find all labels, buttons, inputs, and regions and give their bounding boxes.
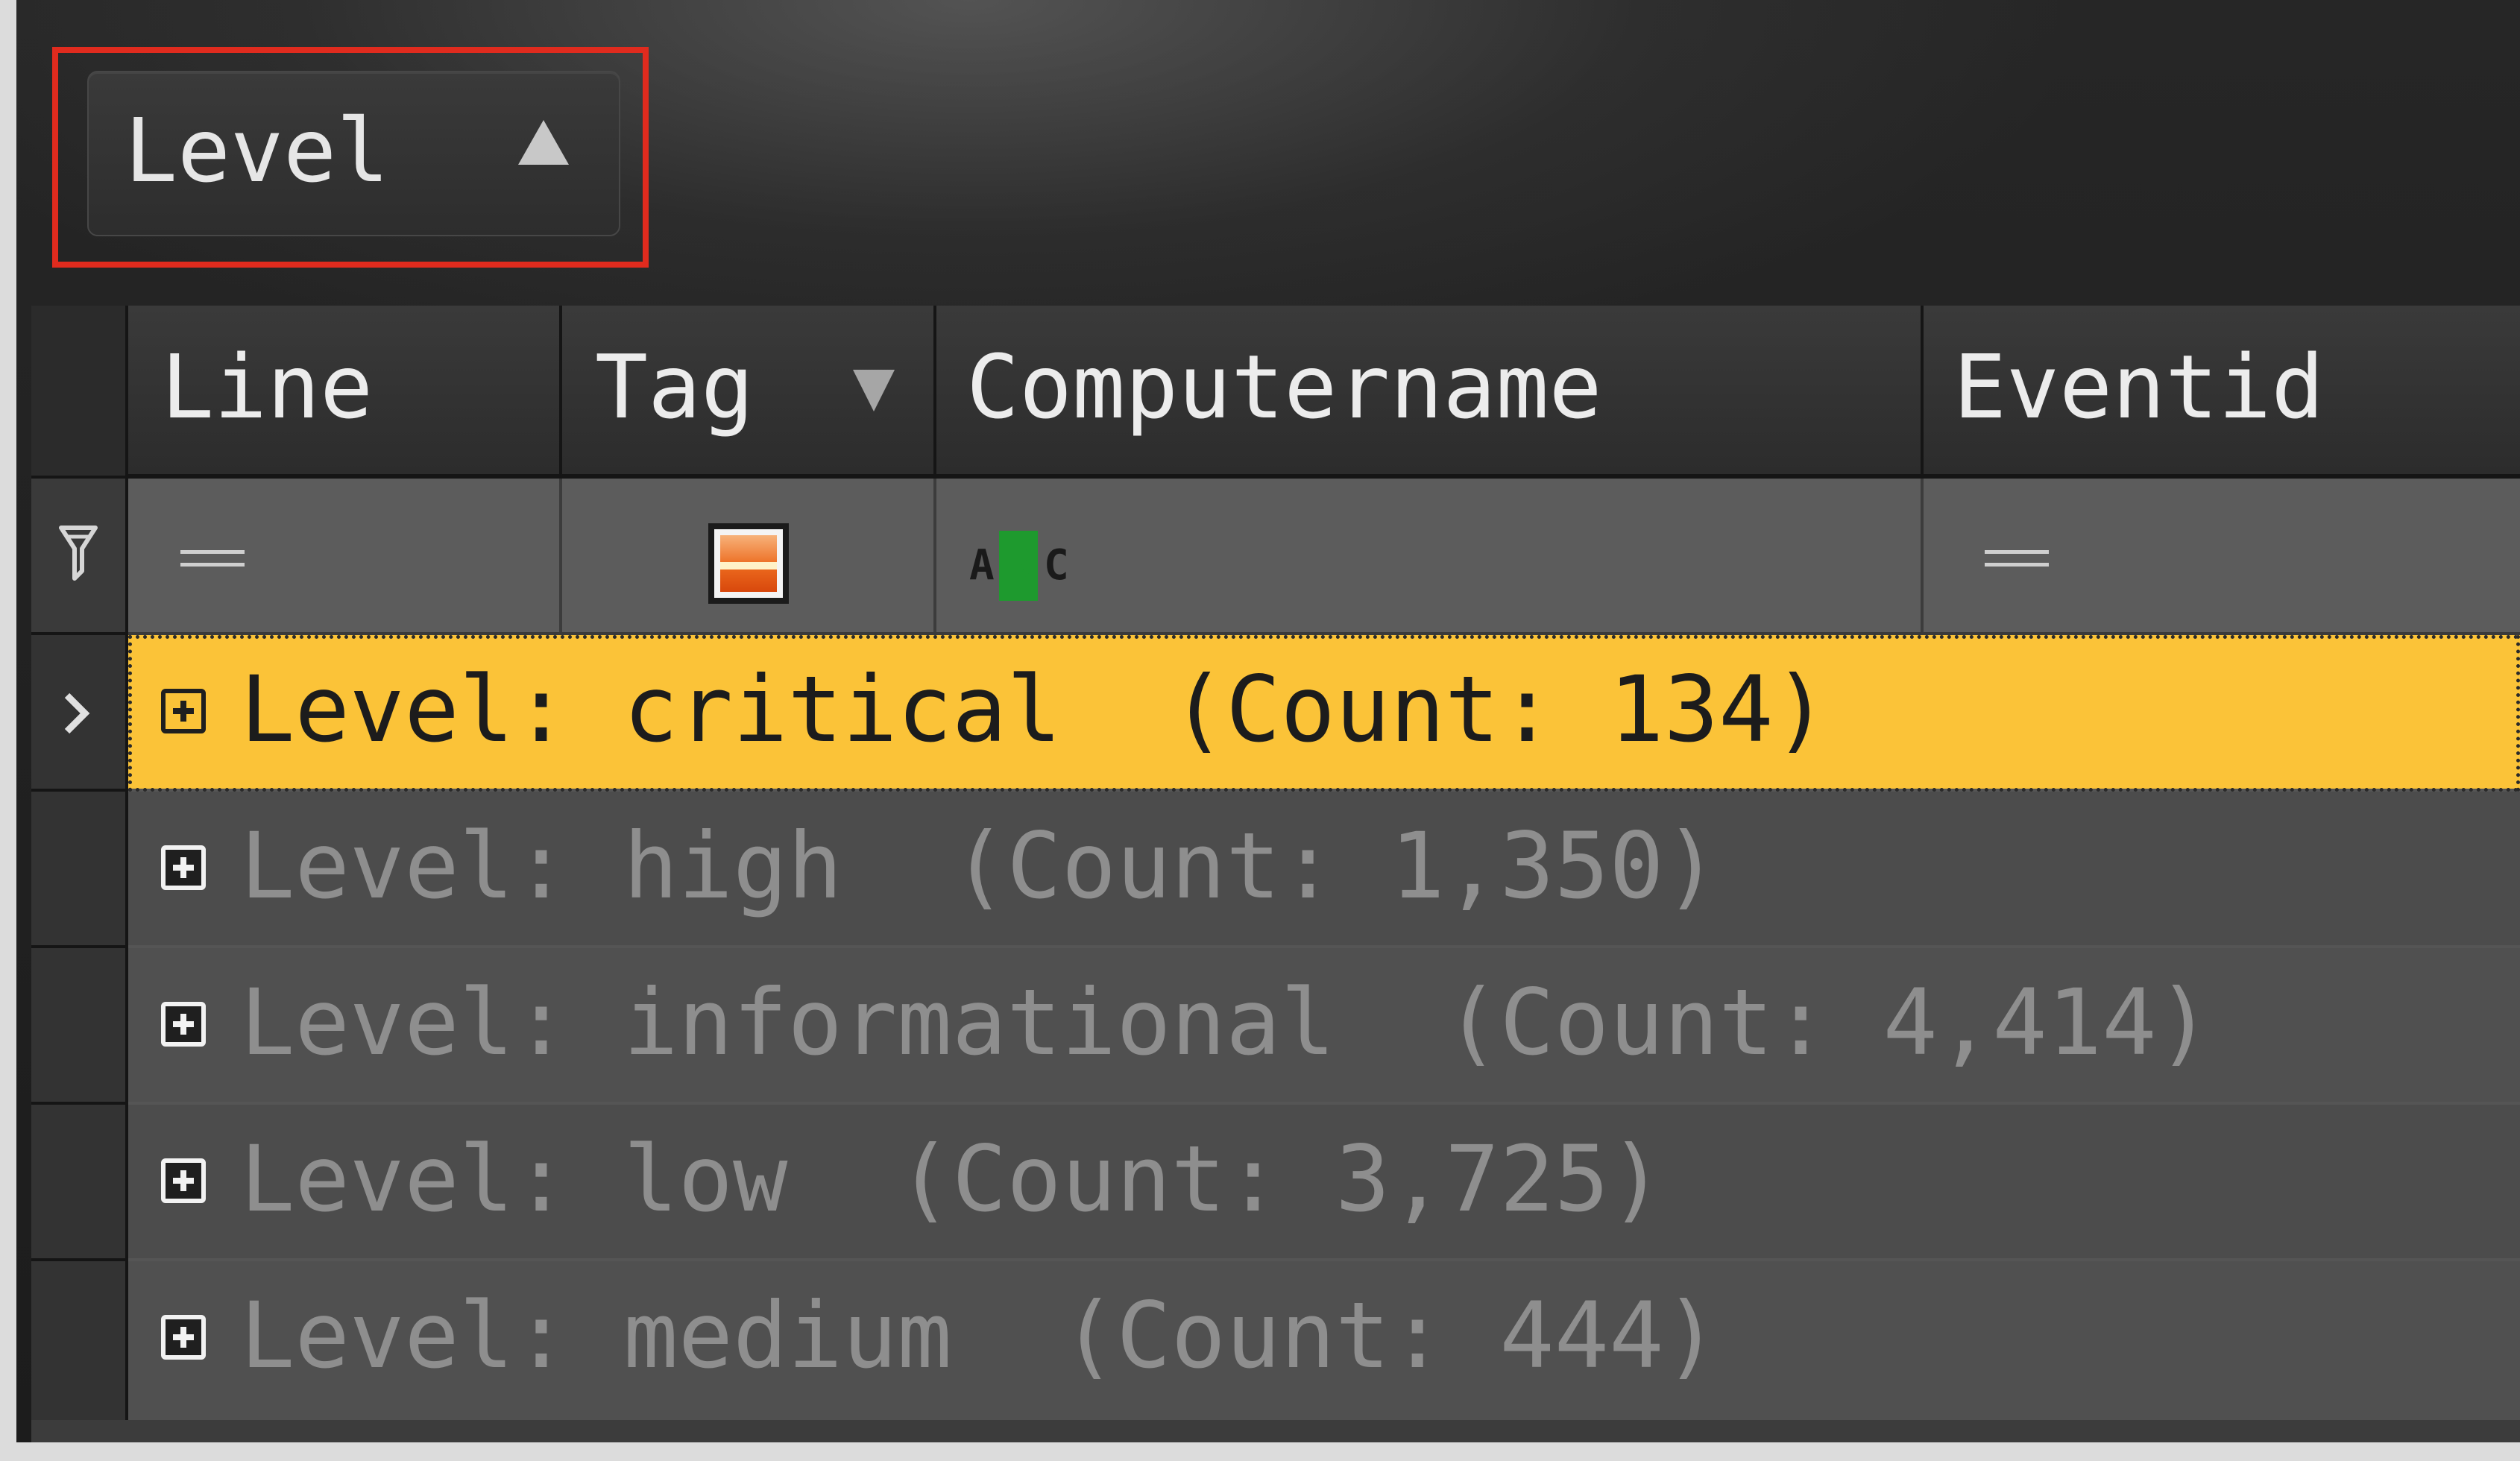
row-indicator-column — [31, 306, 128, 1420]
app-window: Level Line Tag Computername Eventid A B … — [0, 0, 2520, 1461]
column-header-tag[interactable]: Tag — [562, 306, 936, 474]
group-row[interactable]: Level: medium (Count: 444) — [128, 1261, 2520, 1420]
column-header-label: Eventid — [1953, 335, 2325, 438]
column-header-label: Tag — [595, 335, 755, 438]
grid-bottom-edge — [31, 1420, 2520, 1442]
funnel-icon — [59, 526, 98, 581]
sort-ascending-icon[interactable] — [518, 120, 569, 165]
group-row-label: Level: informational (Count: 4,414) — [240, 970, 2212, 1076]
group-by-chip-level[interactable]: Level — [87, 71, 620, 236]
group-row[interactable]: Level: high (Count: 1,350) — [128, 792, 2520, 948]
group-row-label: Level: low (Count: 3,725) — [240, 1126, 1664, 1232]
window-border-bottom — [0, 1442, 2520, 1461]
column-header-computername[interactable]: Computername — [936, 306, 1924, 474]
tag-color-icon[interactable] — [708, 523, 789, 604]
window-border-left — [0, 0, 16, 1461]
indicator-row-cell[interactable] — [31, 792, 125, 948]
plus-box-icon[interactable] — [161, 689, 206, 733]
group-row-label: Level: critical (Count: 134) — [240, 657, 1829, 763]
group-by-panel: Level — [16, 0, 2520, 302]
column-header-eventid[interactable]: Eventid — [1924, 306, 2520, 474]
group-row[interactable]: Level: informational (Count: 4,414) — [128, 948, 2520, 1105]
filter-cell-computername[interactable]: ABC — [936, 479, 1924, 632]
indicator-row-cell[interactable] — [31, 1261, 125, 1420]
indicator-row-cell[interactable] — [31, 948, 125, 1105]
filter-cell-tag[interactable] — [562, 479, 936, 632]
indicator-header-cell — [31, 306, 125, 479]
plus-box-icon[interactable] — [161, 1158, 206, 1203]
group-row-label: Level: high (Count: 1,350) — [240, 813, 1719, 919]
indicator-row-cell[interactable] — [31, 1105, 125, 1261]
column-filter-dropdown-icon[interactable] — [853, 370, 895, 411]
equals-icon[interactable] — [1985, 550, 2049, 567]
group-row-label: Level: medium (Count: 444) — [240, 1283, 1719, 1389]
filter-cell-eventid[interactable] — [1924, 479, 2520, 632]
abc-icon[interactable]: ABC — [969, 531, 1089, 601]
filter-cell-line[interactable] — [128, 479, 562, 632]
data-grid: Line Tag Computername Eventid A B C Leve… — [31, 306, 2520, 1420]
column-header-label: Line — [161, 335, 374, 438]
group-row[interactable]: Level: critical (Count: 134) — [128, 635, 2520, 792]
column-header-line[interactable]: Line — [128, 306, 562, 474]
equals-icon[interactable] — [180, 550, 245, 567]
auto-filter-row: ABC — [128, 479, 2520, 635]
chevron-right-icon — [64, 692, 90, 734]
tag-color-stripe — [720, 562, 777, 569]
column-header-row: Line Tag Computername Eventid — [128, 306, 2520, 479]
plus-box-icon[interactable] — [161, 1315, 206, 1360]
indicator-filter-cell — [31, 479, 125, 635]
plus-box-icon[interactable] — [161, 845, 206, 890]
plus-box-icon[interactable] — [161, 1002, 206, 1047]
indicator-row-cell[interactable] — [31, 635, 125, 792]
column-header-label: Computername — [966, 335, 1602, 438]
group-by-chip-label: Level — [125, 99, 390, 202]
group-row[interactable]: Level: low (Count: 3,725) — [128, 1105, 2520, 1261]
